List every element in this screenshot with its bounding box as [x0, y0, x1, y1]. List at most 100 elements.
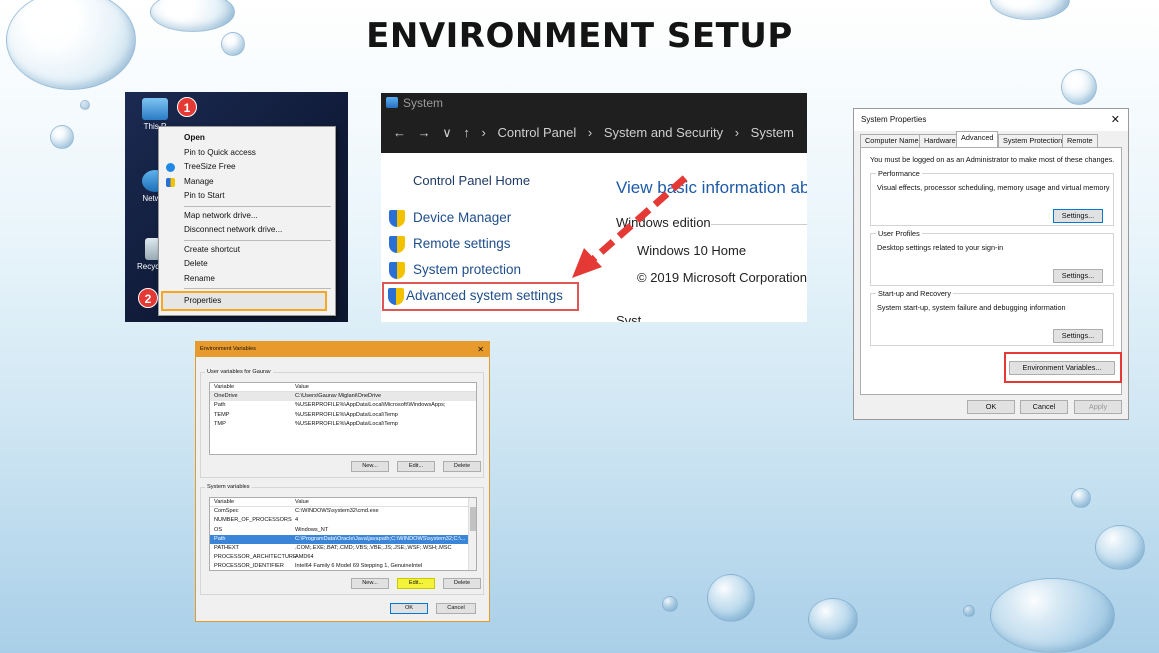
device-manager-link[interactable]: Device Manager [389, 210, 511, 227]
list-scrollbar[interactable] [468, 498, 476, 570]
performance-settings-button[interactable]: Settings... [1053, 209, 1103, 223]
up-arrow-icon[interactable]: ↑ [463, 125, 470, 140]
list-header: Variable Value [210, 383, 476, 393]
ok-button[interactable]: OK [967, 400, 1015, 414]
tab-advanced[interactable]: Advanced [956, 131, 999, 147]
forward-arrow-icon[interactable]: → [418, 125, 431, 140]
tab-computer-name[interactable]: Computer Name [860, 134, 924, 147]
breadcrumb-separator: › [734, 125, 740, 140]
environment-variables-dialog: Environment Variables ✕ User variables f… [195, 341, 490, 622]
menu-item-rename[interactable]: Rename [159, 272, 335, 287]
breadcrumb-control-panel[interactable]: Control Panel [497, 125, 576, 140]
startup-recovery-group: Start-up and Recovery System start-up, s… [870, 289, 1114, 346]
user-profiles-group: User Profiles Desktop settings related t… [870, 229, 1114, 286]
recent-chevron-icon[interactable]: ∨ [442, 125, 452, 140]
scrollbar-thumb[interactable] [470, 507, 476, 531]
shield-icon [166, 177, 175, 187]
bubble-decoration [1095, 525, 1145, 570]
system-properties-dialog: System Properties ✕ Computer Name Hardwa… [853, 108, 1129, 420]
list-item[interactable]: OS Windows_NT [210, 526, 476, 535]
menu-item-disconnect-drive[interactable]: Disconnect network drive... [159, 223, 335, 238]
list-item[interactable]: Path %USERPROFILE%\AppData\Local\Microsof… [210, 401, 476, 410]
group-title: User Profiles [876, 229, 922, 238]
bubble-decoration [50, 125, 74, 149]
list-item-selected[interactable]: Path C:\ProgramData\Oracle\Java\javapath;… [210, 534, 476, 544]
bubble-decoration [808, 598, 858, 640]
close-icon[interactable]: ✕ [1111, 109, 1120, 131]
system-variables-list[interactable]: Variable Value ComSpec C:\WINDOWS\system32… [209, 497, 477, 571]
bubble-decoration [1061, 69, 1097, 105]
bubble-decoration [707, 574, 755, 622]
dialog-title-bar: System Properties ✕ [854, 109, 1128, 131]
group-title: Start-up and Recovery [876, 289, 954, 298]
control-panel-home-link[interactable]: Control Panel Home [413, 173, 530, 188]
cancel-button[interactable]: Cancel [1020, 400, 1068, 414]
list-item[interactable]: TEMP %USERPROFILE%\AppData\Local\Temp [210, 411, 476, 420]
menu-item-delete[interactable]: Delete [159, 257, 335, 272]
system-section-label: Syst [616, 313, 642, 322]
tab-strip: Computer Name Hardware Advanced System P… [854, 131, 1128, 147]
user-profiles-settings-button[interactable]: Settings... [1053, 269, 1103, 283]
ok-button[interactable]: OK [390, 603, 428, 614]
system-edit-button[interactable]: Edit... [397, 578, 435, 589]
breadcrumb-separator: › [481, 125, 486, 140]
list-item[interactable]: PATHEXT .COM;.EXE;.BAT;.CMD;.VBS;.VBE;.JS… [210, 544, 476, 553]
list-item[interactable]: TMP %USERPROFILE%\AppData\Local\Temp [210, 420, 476, 429]
tab-remote[interactable]: Remote [1062, 134, 1098, 147]
list-item[interactable]: ComSpec C:\WINDOWS\system32\cmd.exe [210, 507, 476, 516]
bubble-decoration [1071, 488, 1091, 508]
menu-item-create-shortcut[interactable]: Create shortcut [159, 243, 335, 258]
list-item[interactable]: PROCESSOR_ARCHITECTURE AMD64 [210, 553, 476, 562]
menu-item-map-drive[interactable]: Map network drive... [159, 209, 335, 224]
section-title: System variables [205, 484, 252, 490]
system-app-icon [386, 97, 398, 108]
user-variables-list[interactable]: Variable Value OneDrive C:\Users\Gaurav Mi… [209, 382, 477, 455]
menu-separator [184, 239, 331, 241]
apply-button[interactable]: Apply [1074, 400, 1122, 414]
list-item[interactable]: PROCESSOR_IDENTIFIER Intel64 Family 6 Mod… [210, 562, 476, 570]
bubble-decoration [963, 605, 975, 617]
user-delete-button[interactable]: Delete [443, 461, 481, 472]
close-icon[interactable]: ✕ [477, 342, 484, 357]
system-delete-button[interactable]: Delete [443, 578, 481, 589]
tab-system-protection[interactable]: System Protection [998, 134, 1068, 147]
desktop-panel: This P Networ Recycle B 1 2 Open Pin to … [125, 92, 348, 322]
group-description: Visual effects, processor scheduling, me… [877, 183, 1110, 192]
user-new-button[interactable]: New... [351, 461, 389, 472]
dialog-title-bar: Environment Variables ✕ [196, 342, 489, 357]
advanced-system-settings-link[interactable]: Advanced system settings [382, 282, 579, 311]
startup-settings-button[interactable]: Settings... [1053, 329, 1103, 343]
cancel-button[interactable]: Cancel [436, 603, 476, 614]
breadcrumb-system[interactable]: System [751, 125, 794, 140]
system-title-bar: System [381, 93, 807, 113]
list-item[interactable]: OneDrive C:\Users\Gaurav Miglani\OneDrive [210, 392, 476, 402]
step-badge-2: 2 [138, 288, 158, 308]
menu-item-pin-start[interactable]: Pin to Start [159, 189, 335, 204]
menu-item-pin-quick-access[interactable]: Pin to Quick access [159, 146, 335, 161]
system-protection-link[interactable]: System protection [389, 262, 521, 279]
shield-icon [389, 262, 405, 279]
menu-item-manage[interactable]: Manage [159, 175, 335, 190]
step-badge-1: 1 [177, 97, 197, 117]
system-new-button[interactable]: New... [351, 578, 389, 589]
group-title: Performance [876, 169, 922, 178]
user-edit-button[interactable]: Edit... [397, 461, 435, 472]
remote-settings-link[interactable]: Remote settings [389, 236, 511, 253]
shield-icon [388, 288, 404, 305]
context-menu: Open Pin to Quick access TreeSize Free M… [158, 126, 336, 316]
environment-variables-button[interactable]: Environment Variables... [1009, 361, 1115, 375]
tab-hardware[interactable]: Hardware [919, 134, 961, 147]
menu-item-open[interactable]: Open [159, 131, 335, 146]
shield-icon [389, 236, 405, 253]
bubble-decoration [990, 578, 1115, 653]
menu-item-treesize[interactable]: TreeSize Free [159, 160, 335, 175]
list-item[interactable]: NUMBER_OF_PROCESSORS 4 [210, 516, 476, 525]
breadcrumb-system-security[interactable]: System and Security [604, 125, 723, 140]
group-description: Desktop settings related to your sign-in [877, 243, 1004, 252]
user-variables-section: User variables for Gaurav Variable Value … [200, 369, 484, 478]
back-arrow-icon[interactable]: ← [393, 125, 406, 140]
slide-title: ENVIRONMENT SETUP [366, 16, 793, 56]
menu-item-properties[interactable]: Properties [161, 291, 327, 311]
treesize-icon [166, 163, 175, 172]
group-description: System start-up, system failure and debu… [877, 303, 1066, 312]
